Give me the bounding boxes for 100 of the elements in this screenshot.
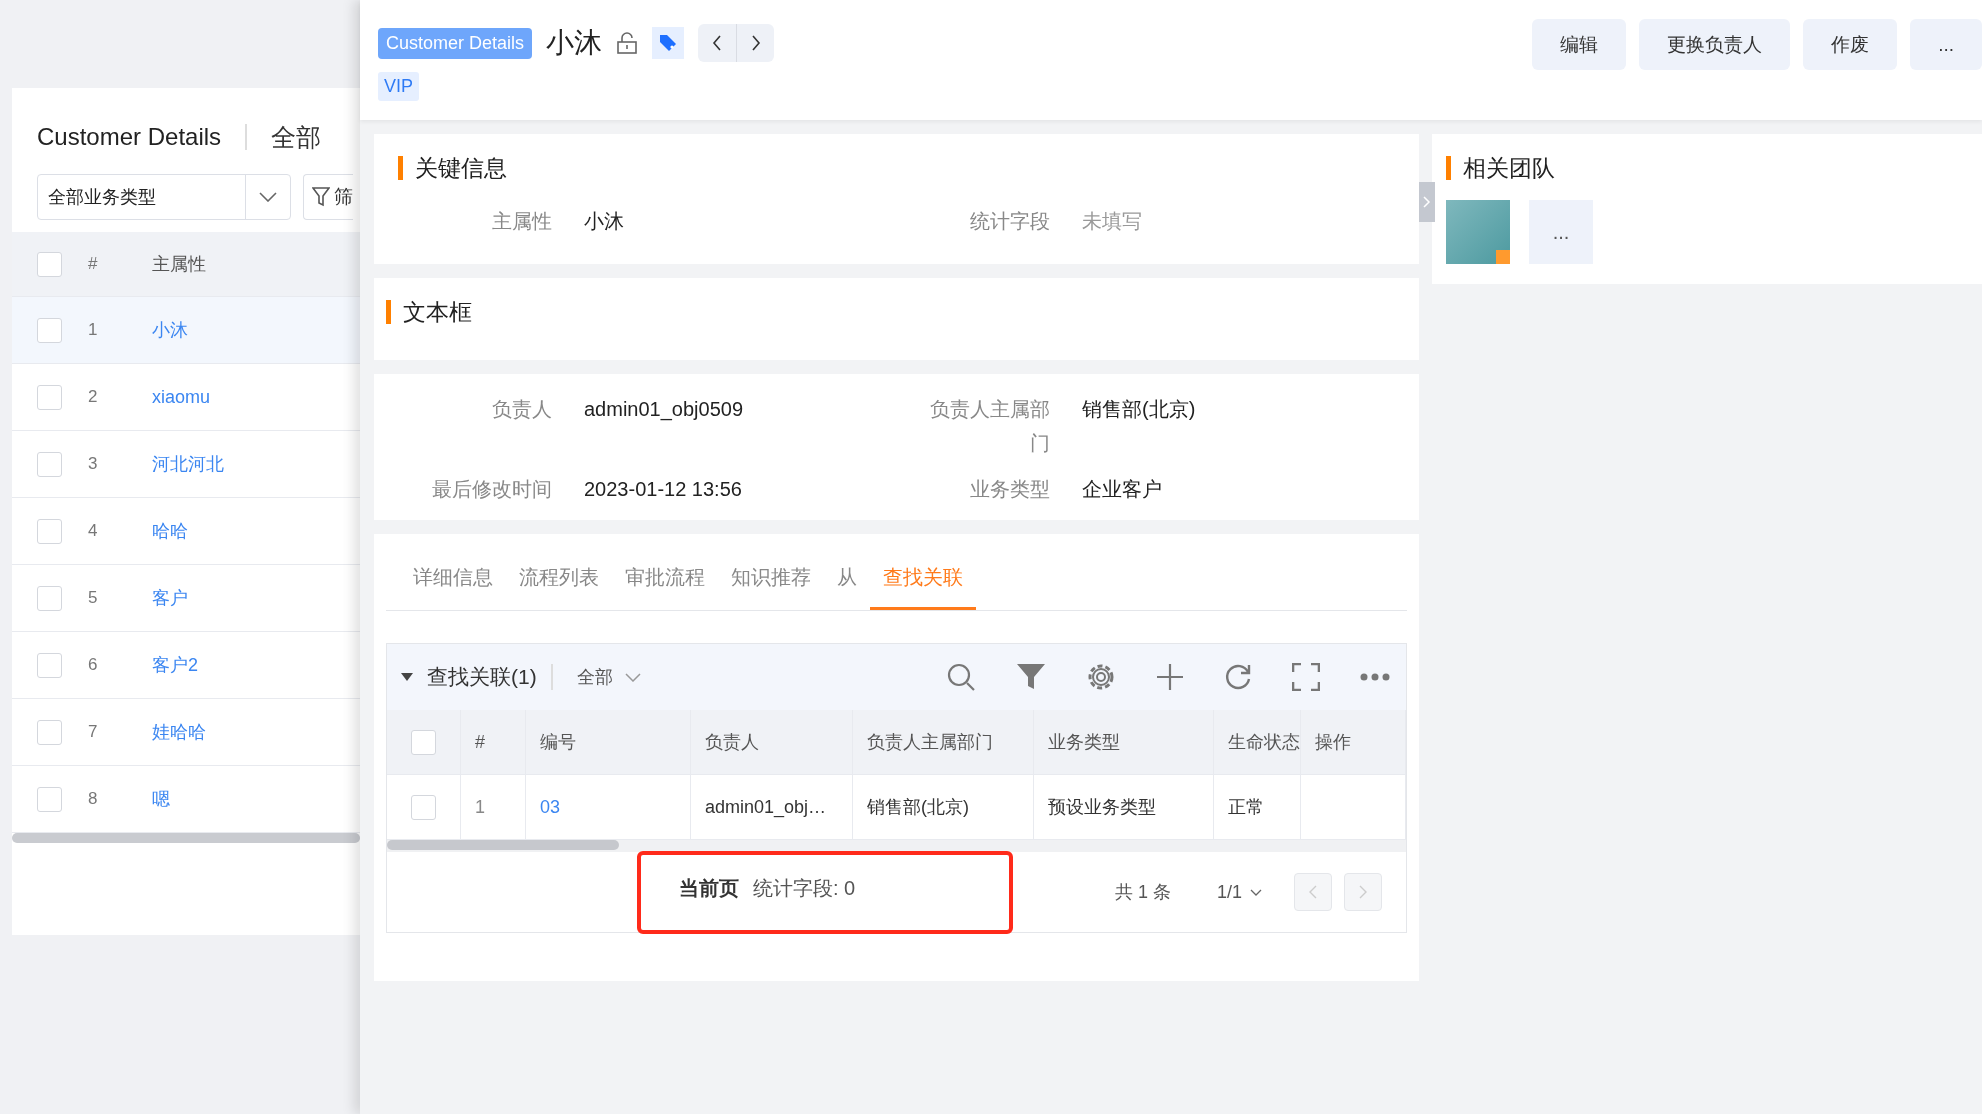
tab[interactable]: 审批流程 bbox=[612, 552, 718, 610]
filter-icon[interactable] bbox=[1016, 663, 1046, 691]
record-link[interactable]: xiaomu bbox=[152, 386, 211, 408]
field-value: 企业客户 bbox=[1082, 477, 1163, 502]
checkbox[interactable] bbox=[36, 451, 62, 477]
record-link[interactable]: 客户 bbox=[152, 586, 188, 610]
filter-button[interactable]: 筛 bbox=[303, 174, 353, 220]
tab[interactable]: 查找关联 bbox=[870, 552, 976, 610]
chevron-left-icon bbox=[1309, 885, 1317, 899]
tag-icon bbox=[658, 33, 679, 53]
plus-icon[interactable] bbox=[1156, 663, 1184, 691]
photo-placeholder[interactable] bbox=[1446, 200, 1510, 264]
record-link[interactable]: 03 bbox=[540, 796, 561, 818]
record-title: 小沐 bbox=[546, 26, 603, 60]
row-number: 4 bbox=[87, 521, 99, 541]
column-header: 业务类型 bbox=[1034, 710, 1214, 774]
action-button[interactable]: 作废 bbox=[1803, 19, 1898, 70]
search-icon[interactable] bbox=[946, 662, 976, 692]
chevron-down-icon bbox=[259, 192, 277, 202]
record-link[interactable]: 河北河北 bbox=[152, 452, 224, 476]
field-label: 负责人主属部门 bbox=[929, 397, 1050, 456]
tab[interactable]: 流程列表 bbox=[506, 552, 612, 610]
field-label: 负责人 bbox=[491, 397, 552, 422]
row-number: 7 bbox=[87, 722, 99, 742]
checkbox[interactable] bbox=[36, 251, 62, 277]
table-cell-text: 销售部(北京) bbox=[867, 796, 969, 819]
fullscreen-icon[interactable] bbox=[1292, 663, 1320, 691]
column-header: 负责人主属部门 bbox=[853, 710, 1034, 774]
row-number: 2 bbox=[87, 387, 99, 407]
checkbox[interactable] bbox=[36, 384, 62, 410]
checkbox[interactable] bbox=[36, 786, 62, 812]
field-label: 统计字段 bbox=[969, 209, 1050, 234]
business-type-select[interactable]: 全部业务类型 bbox=[37, 174, 291, 220]
page-dropdown[interactable]: 1/1 bbox=[1210, 880, 1268, 904]
table-row[interactable]: 7 娃哈哈 bbox=[12, 699, 360, 766]
tab[interactable]: 详细信息 bbox=[400, 552, 506, 610]
checkbox[interactable] bbox=[36, 719, 62, 745]
table-row[interactable]: 6 客户2 bbox=[12, 632, 360, 699]
field-value: 2023-01-12 13:56 bbox=[584, 477, 743, 502]
record-link[interactable]: 嗯 bbox=[152, 787, 170, 811]
lock-icon[interactable] bbox=[616, 32, 639, 54]
scrollbar[interactable] bbox=[12, 833, 360, 843]
checkbox[interactable] bbox=[411, 794, 436, 820]
table-cell: admin01_obj… bbox=[705, 796, 827, 818]
checkbox[interactable] bbox=[411, 729, 436, 755]
table-cell-text: 正常 bbox=[1228, 796, 1264, 819]
checkbox[interactable] bbox=[36, 317, 62, 343]
more-icon[interactable] bbox=[1360, 673, 1390, 681]
scrollbar-thumb[interactable] bbox=[387, 840, 619, 850]
record-link[interactable]: 哈哈 bbox=[152, 519, 188, 543]
column-header: 操作 bbox=[1301, 710, 1406, 774]
table-row[interactable]: 4 哈哈 bbox=[12, 498, 360, 565]
tab[interactable]: 知识推荐 bbox=[718, 552, 824, 610]
object-tag: Customer Details bbox=[378, 27, 533, 59]
total-count: 共 1 条 bbox=[1114, 881, 1171, 904]
table-row[interactable]: 2 xiaomu bbox=[12, 364, 360, 431]
owner-badge bbox=[1496, 250, 1510, 264]
record-link[interactable]: 客户2 bbox=[152, 653, 198, 677]
chevron-right-icon bbox=[750, 35, 761, 51]
view-dropdown[interactable]: 全部 bbox=[271, 120, 322, 154]
chevron-left-icon bbox=[712, 35, 723, 51]
row-number: 1 bbox=[87, 320, 99, 340]
section-title: 文本框 bbox=[386, 300, 1419, 324]
record-link[interactable]: 小沐 bbox=[152, 318, 188, 342]
column-header: # bbox=[87, 254, 99, 274]
checkbox[interactable] bbox=[36, 652, 62, 678]
tag-button[interactable] bbox=[652, 27, 685, 59]
action-button[interactable]: 更换负责人 bbox=[1639, 19, 1791, 70]
checkbox[interactable] bbox=[36, 585, 62, 611]
table-row[interactable]: 1 小沐 bbox=[12, 297, 360, 364]
field-value: 未填写 bbox=[1082, 209, 1143, 234]
record-link[interactable]: 娃哈哈 bbox=[152, 720, 206, 744]
settings-icon[interactable] bbox=[1086, 662, 1116, 692]
column-header: 生命状态 bbox=[1214, 710, 1301, 774]
row-number: 3 bbox=[87, 454, 99, 474]
table-row[interactable]: 3 河北河北 bbox=[12, 431, 360, 498]
more-button[interactable]: ... bbox=[1529, 200, 1593, 264]
field-value: 小沐 bbox=[584, 209, 625, 234]
field-label: 最后修改时间 bbox=[431, 477, 552, 502]
summary-label: 当前页 bbox=[679, 875, 739, 901]
column-header: 编号 bbox=[526, 710, 691, 774]
tab[interactable]: 从 bbox=[824, 552, 870, 610]
caret-icon[interactable] bbox=[401, 673, 413, 681]
table-row[interactable]: 5 客户 bbox=[12, 565, 360, 632]
column-header: # bbox=[461, 710, 526, 774]
scope-dropdown[interactable]: 全部 bbox=[566, 665, 651, 689]
row-number: 8 bbox=[87, 789, 99, 809]
column-header: 主属性 bbox=[152, 253, 206, 276]
list-title: Customer Details bbox=[37, 123, 222, 151]
action-button[interactable]: ... bbox=[1910, 19, 1982, 70]
filter-icon bbox=[312, 187, 330, 207]
chevron-down-icon bbox=[1250, 888, 1262, 896]
refresh-icon[interactable] bbox=[1224, 663, 1252, 691]
chevron-down-icon bbox=[624, 672, 641, 682]
chevron-right-icon bbox=[1359, 885, 1367, 899]
collapse-handle[interactable] bbox=[1419, 182, 1435, 222]
action-button[interactable]: 编辑 bbox=[1532, 19, 1627, 70]
row-number: 5 bbox=[87, 588, 99, 608]
checkbox[interactable] bbox=[36, 518, 62, 544]
row-number: 6 bbox=[87, 655, 99, 675]
